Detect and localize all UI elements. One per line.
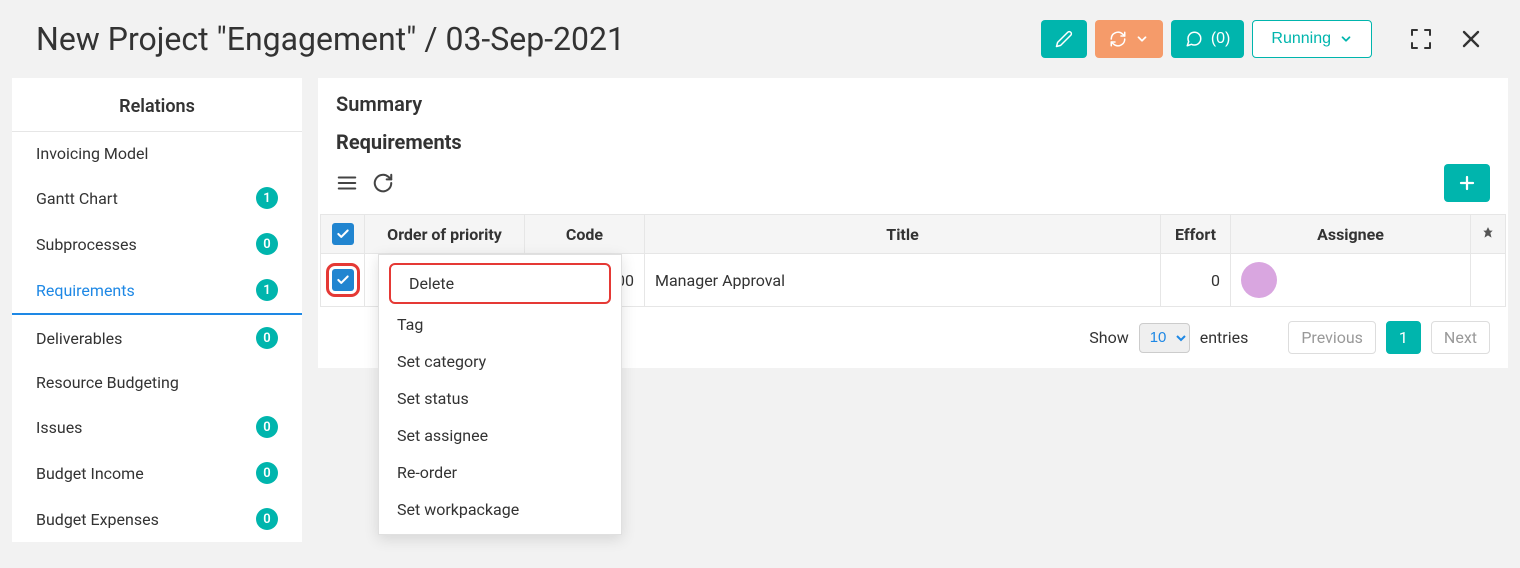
menu-item-tag[interactable]: Tag — [379, 306, 621, 343]
cycle-icon — [1109, 30, 1127, 48]
refresh-split-button[interactable] — [1095, 20, 1163, 58]
prev-page-button[interactable]: Previous — [1288, 321, 1376, 354]
sidebar-title: Relations — [12, 78, 302, 132]
col-select — [321, 215, 365, 254]
sidebar-item-subprocesses[interactable]: Subprocesses 0 — [12, 221, 302, 267]
menu-item-delete[interactable]: Delete — [389, 263, 611, 304]
sidebar-item-requirements[interactable]: Requirements 1 — [12, 267, 302, 315]
col-assignee[interactable]: Assignee — [1231, 215, 1471, 254]
fullscreen-button[interactable] — [1400, 18, 1442, 60]
header-actions: (0) Running — [1041, 18, 1492, 60]
row-checkbox[interactable] — [332, 269, 354, 291]
col-effort[interactable]: Effort — [1161, 215, 1231, 254]
sidebar-item-budget-income[interactable]: Budget Income 0 — [12, 450, 302, 496]
plus-icon — [1458, 174, 1476, 192]
entries-label: entries — [1200, 328, 1249, 347]
workspace: Relations Invoicing Model Gantt Chart 1 … — [0, 78, 1520, 542]
col-code[interactable]: Code — [525, 215, 645, 254]
assignee-avatar[interactable] — [1241, 262, 1277, 298]
status-label: Running — [1271, 30, 1331, 48]
page-title: New Project "Engagement" / 03-Sep-2021 — [36, 20, 625, 58]
main-panel: Summary Requirements — [318, 78, 1508, 368]
sidebar-item-label: Issues — [36, 418, 82, 437]
comments-count: (0) — [1211, 30, 1231, 48]
refresh-button[interactable] — [372, 172, 394, 194]
next-page-button[interactable]: Next — [1431, 321, 1490, 354]
section-heading: Requirements — [318, 122, 1508, 158]
sidebar-item-label: Budget Income — [36, 464, 144, 483]
pin-icon — [1481, 226, 1495, 240]
header: New Project "Engagement" / 03-Sep-2021 (… — [0, 0, 1520, 78]
sidebar: Relations Invoicing Model Gantt Chart 1 … — [12, 78, 302, 542]
count-badge: 1 — [256, 187, 278, 209]
show-label: Show — [1089, 328, 1128, 347]
menu-item-set-workpackage[interactable]: Set workpackage — [379, 491, 621, 528]
close-button[interactable] — [1450, 18, 1492, 60]
refresh-icon — [372, 172, 394, 194]
menu-item-set-status[interactable]: Set status — [379, 380, 621, 417]
sidebar-item-invoicing-model[interactable]: Invoicing Model — [12, 132, 302, 175]
sidebar-item-budget-expenses[interactable]: Budget Expenses 0 — [12, 496, 302, 542]
sidebar-item-label: Budget Expenses — [36, 510, 159, 529]
sidebar-item-label: Deliverables — [36, 329, 122, 348]
status-dropdown[interactable]: Running — [1252, 20, 1372, 58]
fullscreen-icon — [1409, 27, 1433, 51]
menu-item-set-category[interactable]: Set category — [379, 343, 621, 380]
count-badge: 0 — [256, 508, 278, 530]
chevron-down-icon — [1135, 32, 1149, 46]
cell-pin[interactable] — [1471, 254, 1506, 307]
sidebar-item-gantt-chart[interactable]: Gantt Chart 1 — [12, 175, 302, 221]
select-all-checkbox[interactable] — [332, 223, 354, 245]
add-button[interactable] — [1444, 164, 1490, 202]
sidebar-item-label: Resource Budgeting — [36, 373, 179, 392]
summary-heading: Summary — [318, 78, 1508, 122]
count-badge: 0 — [256, 416, 278, 438]
count-badge: 0 — [256, 233, 278, 255]
sidebar-item-label: Invoicing Model — [36, 144, 148, 163]
close-icon — [1459, 27, 1483, 51]
comments-button[interactable]: (0) — [1171, 20, 1245, 58]
col-priority[interactable]: Order of priority — [365, 215, 525, 254]
page-number-button[interactable]: 1 — [1386, 321, 1421, 354]
cell-assignee — [1231, 254, 1471, 307]
table-toolbar — [318, 158, 1508, 214]
sidebar-item-label: Gantt Chart — [36, 189, 118, 208]
hamburger-icon — [336, 172, 358, 194]
count-badge: 0 — [256, 327, 278, 349]
cell-title: Manager Approval — [645, 254, 1161, 307]
menu-item-re-order[interactable]: Re-order — [379, 454, 621, 491]
menu-item-set-assignee[interactable]: Set assignee — [379, 417, 621, 454]
context-menu: Delete Tag Set category Set status Set a… — [378, 254, 622, 535]
sidebar-item-label: Requirements — [36, 281, 135, 300]
table-header-row: Order of priority Code Title Effort Assi… — [321, 215, 1506, 254]
sidebar-item-resource-budgeting[interactable]: Resource Budgeting — [12, 361, 302, 404]
col-title[interactable]: Title — [645, 215, 1161, 254]
check-icon — [336, 227, 350, 241]
page-size-select[interactable]: 10 — [1139, 323, 1190, 353]
cell-effort: 0 — [1161, 254, 1231, 307]
sidebar-item-issues[interactable]: Issues 0 — [12, 404, 302, 450]
pencil-icon — [1055, 30, 1073, 48]
edit-button[interactable] — [1041, 20, 1087, 58]
sidebar-item-label: Subprocesses — [36, 235, 137, 254]
sidebar-item-deliverables[interactable]: Deliverables 0 — [12, 315, 302, 361]
menu-button[interactable] — [336, 172, 358, 194]
speech-bubble-icon — [1185, 30, 1203, 48]
count-badge: 0 — [256, 462, 278, 484]
check-icon — [336, 273, 350, 287]
chevron-down-icon — [1339, 32, 1353, 46]
col-pin[interactable] — [1471, 215, 1506, 254]
count-badge: 1 — [256, 279, 278, 301]
